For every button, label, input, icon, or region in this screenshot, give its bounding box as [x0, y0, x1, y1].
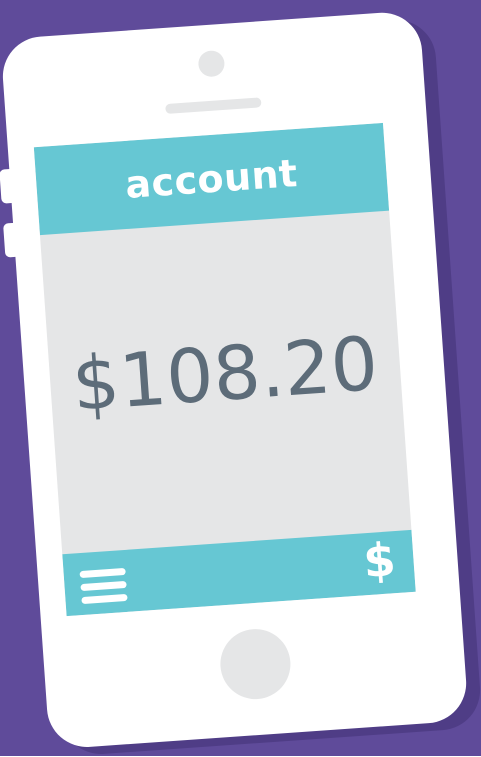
menu-line — [79, 567, 126, 579]
phone-body: account $108.20 $ — [0, 10, 469, 750]
home-button[interactable] — [218, 626, 293, 702]
page-title: account — [123, 151, 300, 207]
phone-screen: account $108.20 $ — [33, 122, 416, 617]
dollar-sign-icon[interactable]: $ — [358, 532, 402, 588]
menu-line — [81, 593, 128, 605]
account-balance: $108.20 — [69, 320, 381, 429]
front-camera — [197, 49, 226, 78]
balance-area: $108.20 — [40, 211, 411, 555]
hamburger-menu-icon[interactable] — [79, 566, 128, 607]
menu-line — [80, 580, 127, 592]
phone-illustration: account $108.20 $ — [0, 0, 481, 757]
earpiece-speaker — [165, 97, 262, 115]
volume-up-button — [0, 168, 20, 204]
volume-down-button — [3, 222, 24, 258]
